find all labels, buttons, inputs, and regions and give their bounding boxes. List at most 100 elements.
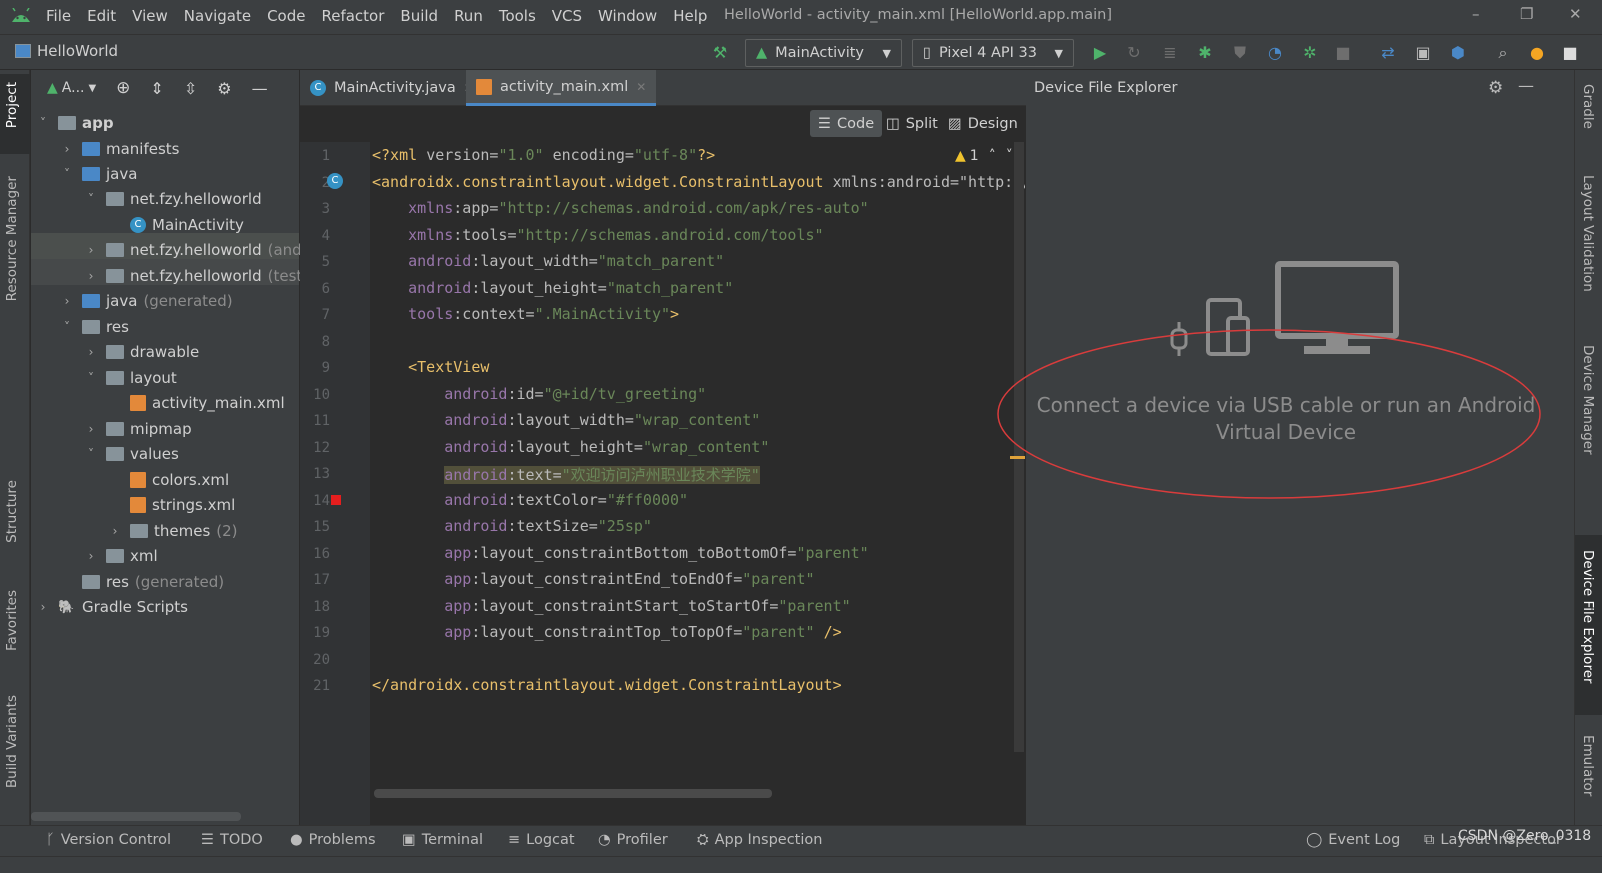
tree-item[interactable]: ˅ values — [84, 441, 185, 467]
tab-project[interactable]: Project — [4, 82, 20, 128]
chevron-down-icon[interactable]: ˅ — [60, 320, 74, 334]
tree-item[interactable]: › 🐘 Gradle Scripts — [36, 594, 194, 620]
code-line[interactable]: android:text="欢迎访问泸州职业技术学院" — [372, 464, 760, 485]
tree-item[interactable]: C MainActivity — [108, 212, 250, 238]
tree-item[interactable]: › net.fzy.helloworld (test) — [84, 263, 309, 289]
menu-item-navigate[interactable]: Navigate — [184, 7, 251, 25]
profiler-button[interactable]: ◔ Profiler — [598, 832, 668, 848]
menu-item-file[interactable]: File — [46, 7, 71, 25]
tab-build-variants[interactable]: Build Variants — [4, 695, 20, 788]
code-line[interactable]: </androidx.constraintlayout.widget.Const… — [372, 676, 842, 694]
stop-icon[interactable]: ■ — [1333, 44, 1353, 62]
tree-item[interactable]: › xml — [84, 543, 164, 569]
tree-item[interactable]: › net.fzy.helloworld (andro — [84, 237, 317, 263]
class-gutter-icon[interactable]: C — [327, 173, 343, 189]
tree-item[interactable]: › drawable — [84, 339, 205, 365]
hide-icon[interactable]: — — [1518, 76, 1534, 95]
profile-icon[interactable]: ◔ — [1265, 44, 1285, 62]
code-editor[interactable]: <?xml version="1.0" encoding="utf-8"?> <a… — [370, 142, 1025, 841]
menu-item-window[interactable]: Window — [598, 7, 657, 25]
event-log-button[interactable]: ◯ Event Log — [1306, 832, 1400, 848]
code-line[interactable]: android:textColor="#ff0000" — [372, 491, 688, 509]
chevron-down-icon[interactable]: ˅ — [60, 167, 74, 181]
project-view-selector[interactable]: ▲ A... ▼ — [47, 80, 96, 96]
tab-device-manager[interactable]: Device Manager — [1580, 345, 1596, 455]
close-tab-icon[interactable]: ✕ — [636, 80, 646, 94]
code-line[interactable]: <androidx.constraintlayout.widget.Constr… — [372, 173, 1025, 191]
app-inspection-button[interactable]: ⛭ App Inspection — [697, 832, 822, 848]
code-line[interactable]: app:layout_constraintEnd_toEndOf="parent… — [372, 570, 814, 588]
chevron-right-icon[interactable]: › — [60, 142, 74, 156]
tab-gradle[interactable]: Gradle — [1580, 84, 1596, 129]
chevron-right-icon[interactable]: › — [84, 243, 98, 257]
hammer-build-icon[interactable]: ⚒ — [710, 44, 730, 62]
editor-hscrollbar[interactable] — [374, 789, 772, 798]
logcat-button[interactable]: ≡ Logcat — [508, 832, 575, 848]
chevron-down-icon[interactable]: ˅ — [84, 447, 98, 461]
code-view-button[interactable]: ☰ Code — [810, 110, 883, 137]
menu-item-vcs[interactable]: VCS — [552, 7, 582, 25]
menu-item-view[interactable]: View — [132, 7, 168, 25]
device-dropdown[interactable]: ▯ Pixel 4 API 33 ▼ — [912, 39, 1074, 67]
sync-gradle-icon[interactable]: ⇄ — [1378, 44, 1398, 62]
code-line[interactable]: android:layout_height="wrap_content" — [372, 438, 769, 456]
device-manager-icon[interactable]: ▣ — [1413, 44, 1433, 62]
tree-item[interactable]: strings.xml — [108, 492, 241, 518]
code-line[interactable]: xmlns:tools="http://schemas.android.com/… — [372, 226, 823, 244]
color-swatch-icon[interactable] — [331, 495, 341, 505]
locate-icon[interactable]: ⊕ — [116, 78, 130, 98]
tree-item[interactable]: res (generated) — [60, 569, 224, 595]
project-breadcrumb[interactable]: HelloWorld — [15, 42, 118, 60]
gear-icon[interactable]: ⚙ — [1488, 78, 1503, 98]
tab-favorites[interactable]: Favorites — [4, 590, 20, 651]
menu-item-tools[interactable]: Tools — [499, 7, 536, 25]
tab-emulator[interactable]: Emulator — [1580, 735, 1596, 796]
tree-item[interactable]: › java (generated) — [60, 288, 233, 314]
code-line[interactable]: android:layout_width="wrap_content" — [372, 411, 760, 429]
coverage-icon[interactable]: ⛊ — [1230, 44, 1250, 62]
chevron-right-icon[interactable]: › — [108, 524, 122, 538]
tree-hscrollbar[interactable] — [31, 812, 241, 821]
menu-item-refactor[interactable]: Refactor — [321, 7, 384, 25]
version-control-button[interactable]: ᚴ Version Control — [46, 832, 171, 848]
collapse-all-icon[interactable]: ⇳ — [184, 79, 197, 98]
chevron-right-icon[interactable]: › — [84, 269, 98, 283]
expand-all-icon[interactable]: ⇕ — [150, 79, 163, 98]
code-line[interactable]: android:layout_width="match_parent" — [372, 252, 724, 270]
restore-icon[interactable]: ❐ — [1520, 5, 1533, 23]
todo-button[interactable]: ☰ TODO — [201, 832, 263, 848]
chevron-right-icon[interactable]: › — [84, 422, 98, 436]
tree-item[interactable]: colors.xml — [108, 467, 235, 493]
code-line[interactable]: tools:context=".MainActivity"> — [372, 305, 679, 323]
tree-item[interactable]: ˅ net.fzy.helloworld — [84, 186, 268, 212]
tab-device-file-explorer[interactable]: Device File Explorer — [1580, 550, 1596, 684]
tree-item[interactable]: ˅ app — [36, 110, 120, 136]
chevron-up-icon[interactable]: ˄ — [989, 148, 996, 164]
problems-button[interactable]: ● Problems — [290, 832, 376, 848]
menu-item-run[interactable]: Run — [454, 7, 483, 25]
search-icon[interactable]: ⌕ — [1493, 44, 1513, 62]
tree-item[interactable]: ˅ layout — [84, 365, 183, 391]
tab-activity-main-xml[interactable]: activity_main.xml ✕ — [466, 70, 657, 106]
code-line[interactable]: android:textSize="25sp" — [372, 517, 652, 535]
menu-item-code[interactable]: Code — [267, 7, 305, 25]
code-line[interactable]: android:layout_height="match_parent" — [372, 279, 733, 297]
chevron-down-icon[interactable]: ˅ — [1006, 148, 1013, 164]
attach-debugger-icon[interactable]: ✲ — [1300, 44, 1320, 62]
account-icon[interactable]: ■ — [1560, 44, 1580, 62]
code-line[interactable]: app:layout_constraintTop_toTopOf="parent… — [372, 623, 841, 641]
code-line[interactable]: app:layout_constraintStart_toStartOf="pa… — [372, 597, 850, 615]
run-icon[interactable]: ▶ — [1090, 44, 1110, 62]
chevron-down-icon[interactable]: ˅ — [84, 371, 98, 385]
hide-icon[interactable]: — — [252, 79, 268, 98]
chevron-right-icon[interactable]: › — [36, 600, 50, 614]
tab-layout-validation[interactable]: Layout Validation — [1580, 175, 1596, 292]
code-line[interactable]: <TextView — [372, 358, 489, 376]
tab-structure[interactable]: Structure — [4, 480, 20, 543]
code-line[interactable]: app:layout_constraintBottom_toBottomOf="… — [372, 544, 868, 562]
code-line[interactable]: <?xml version="1.0" encoding="utf-8"?> — [372, 146, 715, 164]
update-icon[interactable]: ● — [1527, 44, 1547, 62]
chevron-right-icon[interactable]: › — [84, 549, 98, 563]
split-view-button[interactable]: ◫ Split — [878, 110, 946, 137]
design-view-button[interactable]: ▨ Design — [940, 110, 1026, 137]
